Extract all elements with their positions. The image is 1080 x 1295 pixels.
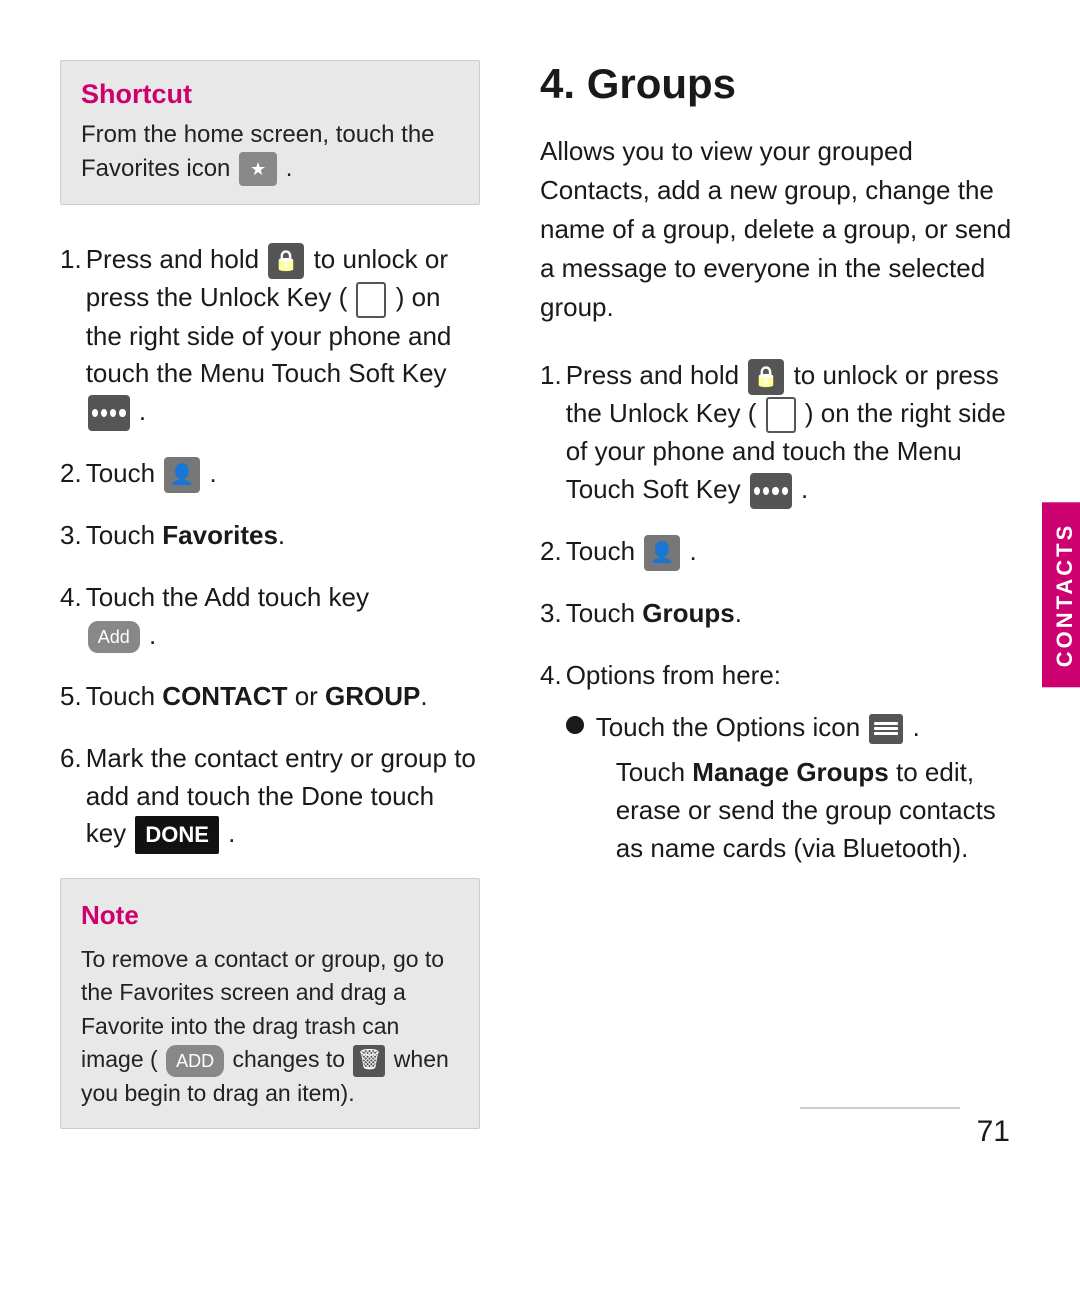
right-step-3: 3. Touch Groups.: [540, 595, 1020, 633]
favorites-label: Favorites: [162, 520, 278, 550]
left-step-6: 6. Mark the contact entry or group to ad…: [60, 740, 480, 854]
options-bullet-list: Touch the Options icon . Touch Manage Gr…: [566, 709, 1020, 868]
step-number-4: 4.: [60, 579, 82, 654]
left-step-4: 4. Touch the Add touch key Add .: [60, 579, 480, 654]
add-button-icon: Add: [88, 621, 140, 653]
right-step-number-4: 4.: [540, 657, 562, 877]
shortcut-text: From the home screen, touch the Favorite…: [81, 118, 459, 186]
right-step-number-3: 3.: [540, 595, 562, 633]
groups-label: Groups: [642, 598, 734, 628]
group-label: GROUP: [325, 681, 420, 711]
contact-label: CONTACT: [162, 681, 287, 711]
right-steps-list: 1. Press and hold to unlock or press the…: [540, 357, 1020, 877]
trash-icon-note: 🗑: [353, 1045, 385, 1077]
bottom-divider: [800, 1107, 960, 1109]
step-content-4: Touch the Add touch key Add .: [86, 579, 480, 654]
right-column: 4. Groups Allows you to view your groupe…: [540, 60, 1020, 1129]
right-step-number-2: 2.: [540, 533, 562, 571]
shortcut-box: Shortcut From the home screen, touch the…: [60, 60, 480, 205]
section-heading: 4. Groups: [540, 60, 1020, 108]
right-step-content-2: Touch 👤 .: [566, 533, 1020, 571]
bullet-content: Touch the Options icon . Touch Manage Gr…: [596, 709, 1020, 868]
right-step-number-1: 1.: [540, 357, 562, 509]
note-box: Note To remove a contact or group, go to…: [60, 878, 480, 1129]
shortcut-title: Shortcut: [81, 79, 459, 110]
step-content-6: Mark the contact entry or group to add a…: [86, 740, 480, 854]
left-step-1: 1. Press and hold to unlock or press the…: [60, 241, 480, 431]
right-step-content-1: Press and hold to unlock or press the Un…: [566, 357, 1020, 509]
done-button-icon: DONE: [135, 816, 219, 854]
step-number-3: 3.: [60, 517, 82, 555]
options-icon: [869, 714, 903, 744]
favorites-icon: ★: [239, 152, 277, 186]
step-content-2: Touch 👤 .: [86, 455, 480, 493]
lock-icon-r1: [748, 359, 784, 395]
page-number: 71: [977, 1115, 1010, 1149]
note-text: To remove a contact or group, go to the …: [81, 943, 459, 1110]
menu-soft-icon-1: [88, 395, 130, 431]
sub-content: Touch Manage Groups to edit, erase or se…: [616, 754, 1020, 867]
step-number-1: 1.: [60, 241, 82, 431]
step-content-5: Touch CONTACT or GROUP.: [86, 678, 480, 716]
right-step-1: 1. Press and hold to unlock or press the…: [540, 357, 1020, 509]
step-content-1: Press and hold to unlock or press the Un…: [86, 241, 480, 431]
section-intro: Allows you to view your grouped Contacts…: [540, 132, 1020, 327]
lock-icon-1: [268, 243, 304, 279]
left-column: Shortcut From the home screen, touch the…: [60, 60, 480, 1129]
right-step-content-3: Touch Groups.: [566, 595, 1020, 633]
step-number-6: 6.: [60, 740, 82, 854]
contacts-icon-2: 👤: [164, 457, 200, 493]
step-content-3: Touch Favorites.: [86, 517, 480, 555]
contacts-icon-r2: 👤: [644, 535, 680, 571]
bullet-dot: [566, 716, 584, 734]
bullet-item-options: Touch the Options icon . Touch Manage Gr…: [566, 709, 1020, 868]
left-steps-list: 1. Press and hold to unlock or press the…: [60, 241, 480, 854]
menu-soft-icon-r1: [750, 473, 792, 509]
unlock-key-icon-1: : [356, 282, 386, 318]
contacts-tab: CONTACTS: [1042, 502, 1080, 687]
left-step-2: 2. Touch 👤 .: [60, 455, 480, 493]
right-step-4: 4. Options from here: Touch the Options …: [540, 657, 1020, 877]
manage-groups-label: Manage Groups: [692, 757, 888, 787]
step-number-2: 2.: [60, 455, 82, 493]
left-step-3: 3. Touch Favorites.: [60, 517, 480, 555]
left-step-5: 5. Touch CONTACT or GROUP.: [60, 678, 480, 716]
add-icon-note: ADD: [166, 1045, 224, 1077]
right-step-2: 2. Touch 👤 .: [540, 533, 1020, 571]
step-number-5: 5.: [60, 678, 82, 716]
unlock-key-icon-r1: : [766, 397, 796, 433]
note-title: Note: [81, 897, 459, 935]
right-step-content-4: Options from here: Touch the Options ico…: [566, 657, 1020, 877]
